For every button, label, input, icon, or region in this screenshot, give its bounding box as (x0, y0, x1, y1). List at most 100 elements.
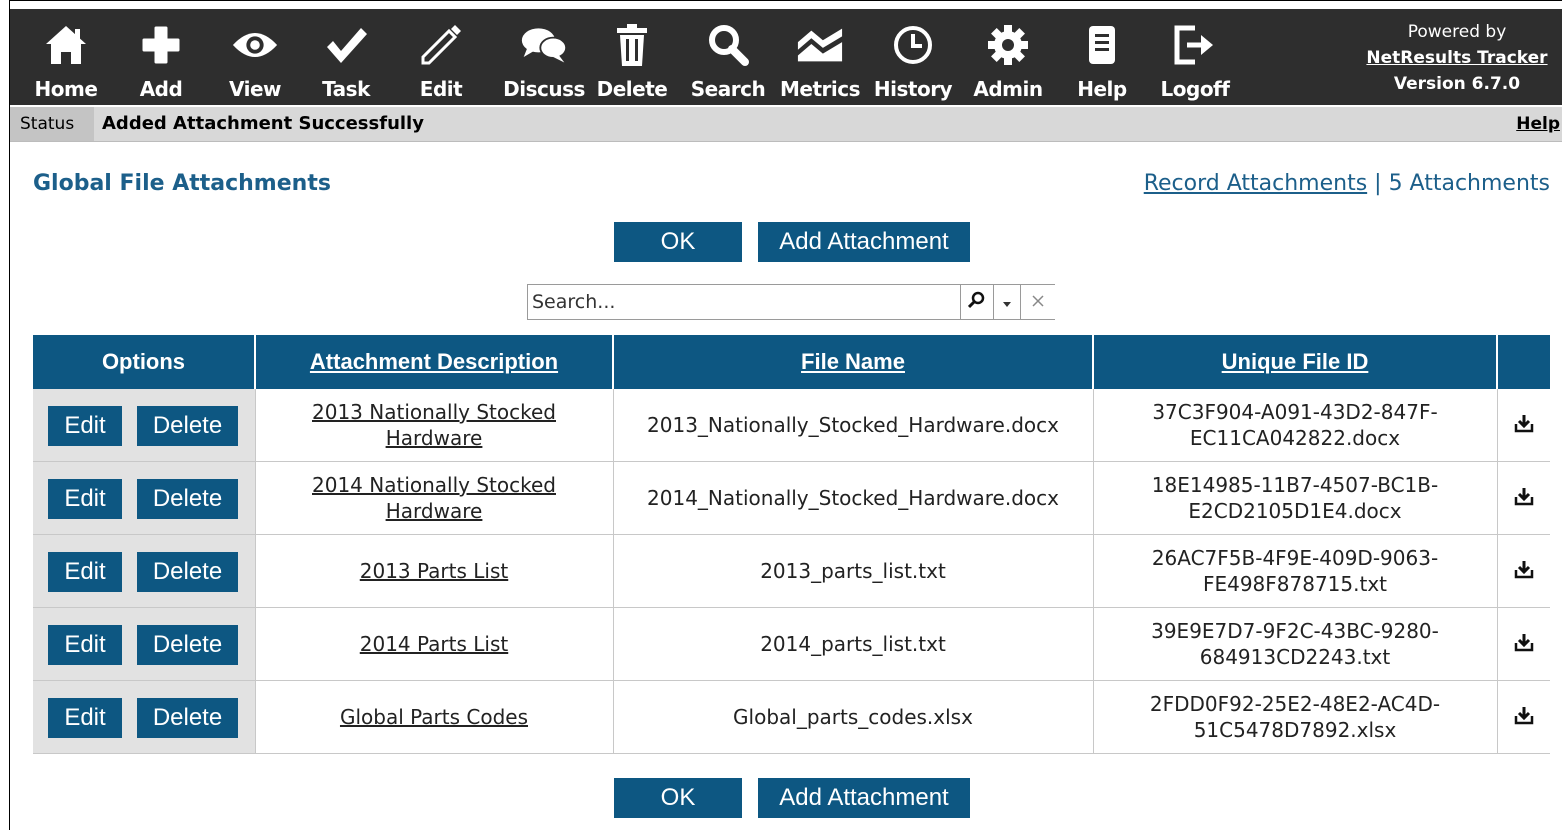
toolbar-label: Home (34, 77, 98, 101)
delete-button[interactable]: Delete (137, 552, 238, 592)
download-icon[interactable] (1514, 486, 1534, 512)
magnifier-icon (967, 291, 986, 313)
delete-button[interactable]: Delete (137, 698, 238, 738)
file-name-cell: 2013_Nationally_Stocked_Hardware.docx (613, 389, 1094, 462)
header-options: Options (33, 335, 256, 389)
search-input[interactable] (530, 287, 962, 317)
sort-unique-id-link[interactable]: Unique File ID (1222, 349, 1369, 374)
eye-icon (231, 21, 279, 69)
sort-description-link[interactable]: Attachment Description (310, 349, 558, 374)
description-cell: 2014 Nationally Stocked Hardware (255, 461, 614, 535)
magnifier-icon (704, 21, 752, 69)
plus-icon (137, 21, 185, 69)
add-attachment-button-bottom[interactable]: Add Attachment (758, 778, 970, 818)
header-description[interactable]: Attachment Description (255, 335, 614, 389)
toolbar-label: Search (690, 77, 766, 101)
toolbar-search-button[interactable]: Search (686, 9, 770, 105)
ok-button-bottom[interactable]: OK (614, 778, 742, 818)
file-name-cell: 2014_Nationally_Stocked_Hardware.docx (613, 461, 1094, 535)
check-icon (322, 21, 370, 69)
toolbar-edit-button[interactable]: Edit (406, 9, 476, 105)
table-header-row: Options Attachment Description File Name… (33, 335, 1550, 389)
delete-button[interactable]: Delete (137, 625, 238, 665)
product-link[interactable]: NetResults Tracker (1352, 45, 1562, 71)
attachment-links: Record Attachments | 5 Attachments (1144, 171, 1550, 196)
chart-icon (796, 21, 844, 69)
edit-button[interactable]: Edit (48, 698, 122, 738)
add-attachment-button-top[interactable]: Add Attachment (758, 222, 970, 262)
header-download (1497, 335, 1550, 389)
logout-icon (1171, 21, 1219, 69)
unique-id-cell: 37C3F904-A091-43D2-847F- EC11CA042822.doc… (1093, 389, 1498, 462)
trash-icon (608, 21, 656, 69)
ok-button-top[interactable]: OK (614, 222, 742, 262)
main-toolbar: Home Add View Task Edit Discuss Delete S… (10, 9, 1562, 105)
header-file-name[interactable]: File Name (613, 335, 1094, 389)
gear-icon (984, 21, 1032, 69)
toolbar-task-button[interactable]: Task (310, 9, 382, 105)
search-clear-button[interactable] (1020, 285, 1055, 319)
toolbar-delete-button[interactable]: Delete (594, 9, 670, 105)
search-box (527, 284, 1055, 320)
download-cell (1497, 389, 1550, 462)
unique-id-cell: 26AC7F5B-4F9E-409D-9063- FE498F878715.txt (1093, 534, 1498, 608)
status-bar: Status Added Attachment Successfully Hel… (10, 107, 1562, 142)
table-row: Edit Delete Global Parts Codes Global_pa… (33, 680, 1550, 754)
download-icon[interactable] (1514, 632, 1534, 658)
download-cell (1497, 461, 1550, 535)
toolbar-help-button[interactable]: Help (1070, 9, 1134, 105)
toolbar-admin-button[interactable]: Admin (970, 9, 1046, 105)
description-cell: Global Parts Codes (255, 680, 614, 754)
header-unique-id[interactable]: Unique File ID (1093, 335, 1498, 389)
toolbar-view-button[interactable]: View (215, 9, 295, 105)
delete-button[interactable]: Delete (137, 406, 238, 446)
toolbar-metrics-button[interactable]: Metrics (778, 9, 862, 105)
toolbar-label: Logoff (1160, 77, 1230, 101)
home-icon (42, 21, 90, 69)
status-help-link[interactable]: Help (1516, 107, 1560, 141)
sort-file-name-link[interactable]: File Name (801, 349, 905, 374)
description-cell: 2013 Nationally Stocked Hardware (255, 389, 614, 462)
edit-button[interactable]: Edit (48, 406, 122, 446)
toolbar-discuss-button[interactable]: Discuss (496, 9, 592, 105)
toolbar-logoff-button[interactable]: Logoff (1154, 9, 1236, 105)
description-link[interactable]: 2014 Parts List (360, 632, 508, 656)
description-link[interactable]: Global Parts Codes (340, 705, 528, 729)
edit-button[interactable]: Edit (48, 625, 122, 665)
options-cell: Edit Delete (33, 461, 256, 535)
status-label: Status (10, 107, 94, 141)
table-row: Edit Delete 2014 Nationally Stocked Hardw… (33, 461, 1550, 535)
page-title: Global File Attachments (33, 171, 331, 196)
edit-button[interactable]: Edit (48, 479, 122, 519)
toolbar-label: Delete (596, 77, 668, 101)
toolbar-home-button[interactable]: Home (27, 9, 105, 105)
options-cell: Edit Delete (33, 389, 256, 462)
delete-button[interactable]: Delete (137, 479, 238, 519)
toolbar-add-button[interactable]: Add (126, 9, 196, 105)
table-row: Edit Delete 2013 Nationally Stocked Hardw… (33, 389, 1550, 462)
edit-button[interactable]: Edit (48, 552, 122, 592)
description-link[interactable]: 2014 Nationally Stocked Hardware (312, 473, 556, 523)
record-attachments-link[interactable]: Record Attachments (1144, 171, 1367, 196)
download-icon[interactable] (1514, 559, 1534, 585)
pencil-icon (417, 21, 465, 69)
description-cell: 2013 Parts List (255, 534, 614, 608)
toolbar-label: Metrics (779, 77, 861, 101)
description-link[interactable]: 2013 Nationally Stocked Hardware (312, 400, 556, 450)
download-icon[interactable] (1514, 705, 1534, 731)
powered-by-text: Powered by (1407, 22, 1507, 42)
toolbar-label: Help (1077, 77, 1127, 101)
search-go-button[interactable] (960, 285, 993, 319)
powered-by-block: Powered by NetResults Tracker Version 6.… (1352, 19, 1562, 97)
description-link[interactable]: 2013 Parts List (360, 559, 508, 583)
search-options-dropdown[interactable] (993, 285, 1020, 319)
toolbar-history-button[interactable]: History (872, 9, 954, 105)
document-icon (1078, 21, 1126, 69)
table-row: Edit Delete 2014 Parts List 2014_parts_l… (33, 607, 1550, 681)
options-cell: Edit Delete (33, 534, 256, 608)
options-cell: Edit Delete (33, 680, 256, 754)
download-icon[interactable] (1514, 413, 1534, 439)
toolbar-label: Add (139, 77, 183, 101)
attachments-table: Options Attachment Description File Name… (33, 335, 1550, 754)
link-separator: | (1367, 171, 1389, 196)
